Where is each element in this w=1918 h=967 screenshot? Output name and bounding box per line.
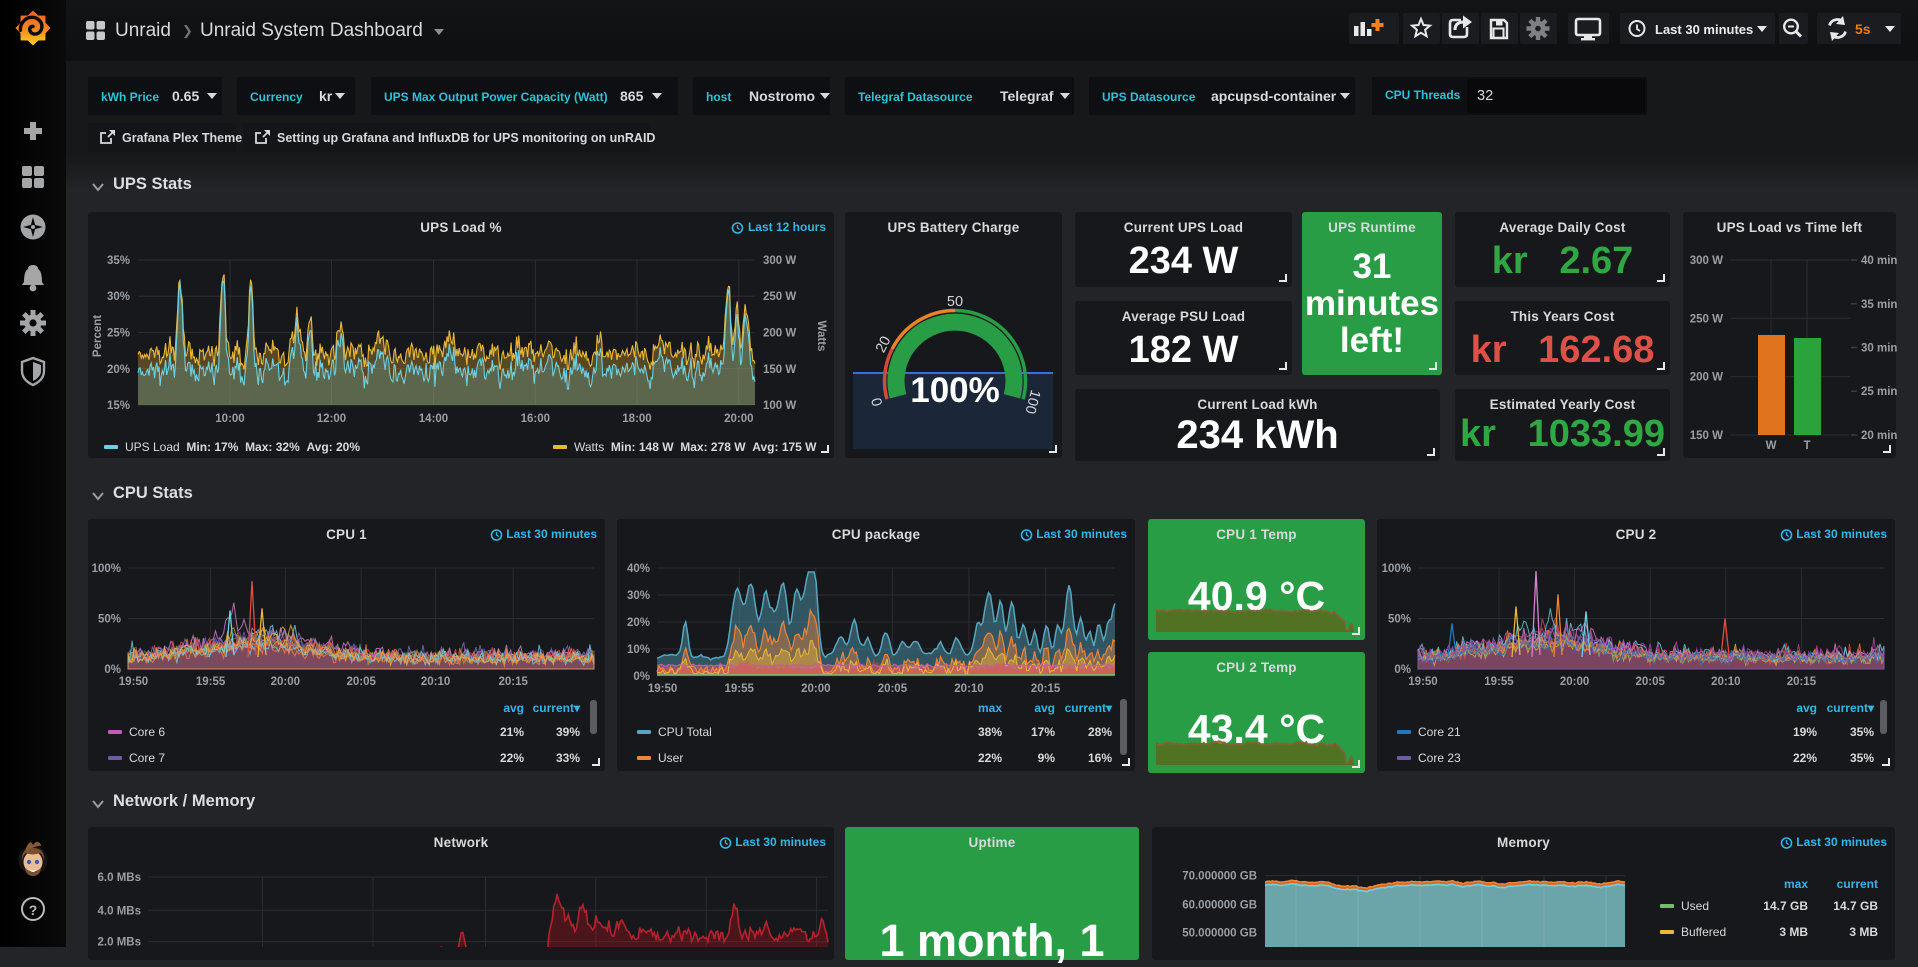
svg-text:10%: 10%	[627, 644, 650, 656]
svg-text:19:50: 19:50	[119, 676, 148, 688]
svg-text:200 W: 200 W	[763, 328, 796, 340]
svg-text:T: T	[1803, 440, 1810, 452]
svg-text:0%: 0%	[1394, 664, 1411, 676]
svg-text:19:55: 19:55	[724, 683, 754, 695]
svg-text:100%: 100%	[1382, 563, 1411, 575]
svg-text:100%: 100%	[92, 563, 121, 575]
svg-text:20:05: 20:05	[1635, 676, 1665, 688]
svg-text:50: 50	[947, 294, 963, 310]
svg-text:40 min: 40 min	[1861, 255, 1897, 267]
svg-text:20:05: 20:05	[878, 683, 908, 695]
svg-text:4.0 MBs: 4.0 MBs	[98, 905, 141, 917]
svg-text:Percent: Percent	[92, 315, 104, 357]
svg-text:20 min: 20 min	[1861, 430, 1897, 442]
svg-text:35 min: 35 min	[1861, 299, 1897, 311]
svg-text:25%: 25%	[107, 328, 130, 340]
svg-text:150 W: 150 W	[763, 364, 796, 376]
svg-text:20:10: 20:10	[954, 683, 983, 695]
svg-text:6.0 MBs: 6.0 MBs	[98, 872, 141, 884]
svg-text:50%: 50%	[98, 614, 121, 626]
svg-text:0%: 0%	[633, 671, 650, 683]
svg-text:40%: 40%	[627, 563, 650, 575]
svg-text:20%: 20%	[627, 617, 650, 629]
svg-text:20:00: 20:00	[724, 413, 753, 425]
svg-text:20:00: 20:00	[271, 676, 300, 688]
svg-text:30 min: 30 min	[1861, 343, 1897, 355]
svg-text:0%: 0%	[104, 664, 121, 676]
svg-text:100 W: 100 W	[763, 400, 796, 412]
svg-text:50%: 50%	[1388, 614, 1411, 626]
svg-text:20:15: 20:15	[1031, 683, 1061, 695]
svg-text:W: W	[1766, 440, 1777, 452]
svg-text:20:10: 20:10	[421, 676, 450, 688]
svg-text:10:00: 10:00	[215, 413, 244, 425]
svg-text:20:05: 20:05	[346, 676, 376, 688]
svg-text:150 W: 150 W	[1690, 430, 1723, 442]
svg-text:300 W: 300 W	[1690, 255, 1723, 267]
svg-text:30%: 30%	[107, 291, 130, 303]
svg-text:16:00: 16:00	[521, 413, 550, 425]
svg-text:2.0 MBs: 2.0 MBs	[98, 937, 141, 947]
svg-text:25 min: 25 min	[1861, 386, 1897, 398]
svg-text:?: ?	[29, 902, 38, 918]
svg-text:18:00: 18:00	[622, 413, 651, 425]
svg-text:200 W: 200 W	[1690, 372, 1723, 384]
svg-text:20:15: 20:15	[1787, 676, 1817, 688]
svg-text:20:00: 20:00	[1560, 676, 1589, 688]
svg-text:Watts: Watts	[815, 321, 827, 352]
svg-text:14:00: 14:00	[419, 413, 448, 425]
svg-text:60.000000 GB: 60.000000 GB	[1182, 899, 1257, 911]
svg-text:19:50: 19:50	[1408, 676, 1437, 688]
svg-text:300 W: 300 W	[763, 255, 796, 267]
svg-text:20:00: 20:00	[801, 683, 830, 695]
svg-text:20:15: 20:15	[498, 676, 528, 688]
svg-text:19:55: 19:55	[1484, 676, 1514, 688]
svg-text:12:00: 12:00	[317, 413, 346, 425]
svg-text:250 W: 250 W	[1690, 313, 1723, 325]
svg-text:19:55: 19:55	[196, 676, 226, 688]
svg-text:35%: 35%	[107, 255, 130, 267]
svg-text:50.000000 GB: 50.000000 GB	[1182, 927, 1257, 939]
svg-text:30%: 30%	[627, 590, 650, 602]
svg-text:20%: 20%	[107, 364, 130, 376]
svg-text:100%: 100%	[910, 371, 1000, 410]
svg-text:19:50: 19:50	[648, 683, 677, 695]
svg-text:70.000000 GB: 70.000000 GB	[1182, 871, 1257, 883]
svg-text:15%: 15%	[107, 400, 130, 412]
svg-text:250 W: 250 W	[763, 291, 796, 303]
svg-text:20:10: 20:10	[1711, 676, 1740, 688]
